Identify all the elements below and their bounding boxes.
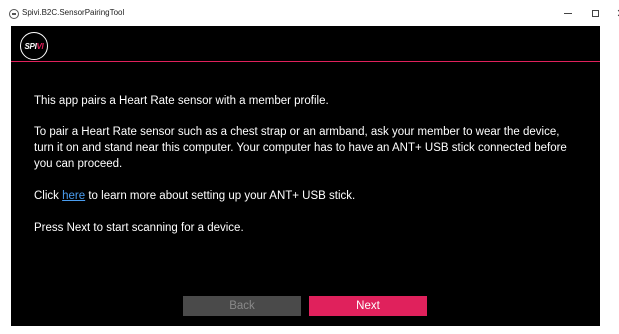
instructions-paragraph: To pair a Heart Rate sensor such as a ch… [34,126,567,170]
help-suffix: to learn more about setting up your ANT+… [85,190,356,202]
main-content: SPIVI This app pairs a Heart Rate sensor… [11,26,600,326]
help-prefix: Click [34,190,63,202]
app-window: Spivi.B2C.SensorPairingTool ✕ SPIVI This… [0,0,619,334]
help-link[interactable]: here [62,190,85,202]
next-instruction-paragraph: Press Next to start scanning for a devic… [34,222,244,234]
header-divider [11,61,600,62]
logo-text-main: SPI [24,41,37,51]
spivi-logo: SPIVI [20,32,48,60]
close-button[interactable]: ✕ [606,0,619,26]
next-button[interactable]: Next [309,296,427,316]
app-icon [9,9,19,19]
minimize-button[interactable] [553,0,583,26]
window-title: Spivi.B2C.SensorPairingTool [22,8,125,17]
logo-text: SPIVI [25,42,44,51]
maximize-icon [591,9,599,17]
minimize-icon [564,12,572,14]
help-paragraph: Click here to learn more about setting u… [34,188,574,204]
back-button[interactable]: Back [183,296,301,316]
logo-text-accent: VI [36,41,44,51]
intro-paragraph: This app pairs a Heart Rate sensor with … [34,95,329,107]
